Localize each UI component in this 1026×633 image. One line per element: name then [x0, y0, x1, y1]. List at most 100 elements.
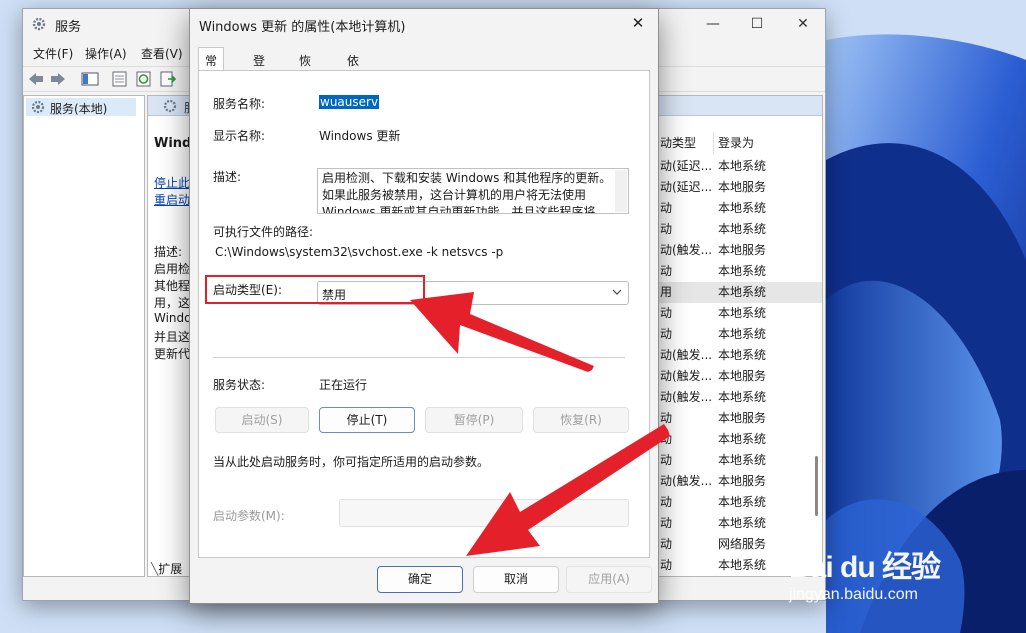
exe-path-label: 可执行文件的路径: — [213, 225, 314, 239]
logon-as-cell: 本地系统 — [718, 159, 767, 173]
table-row[interactable]: 动 本地服务 — [656, 408, 822, 429]
close-button[interactable]: ✕ — [791, 14, 815, 34]
tab-dependencies[interactable]: 依存关系 — [340, 49, 366, 134]
watermark-url: jingyan.baidu.com — [789, 586, 918, 603]
service-name-value[interactable]: wuauserv — [319, 95, 380, 109]
tab-recovery[interactable]: 恢复 — [292, 49, 318, 90]
dialog-title: Windows 更新 的属性(本地计算机) — [199, 20, 406, 35]
logon-as-cell: 本地系统 — [718, 453, 767, 467]
table-row[interactable]: 动 本地系统 — [656, 450, 822, 471]
menu-action[interactable]: 操作(A) — [85, 45, 127, 62]
refresh-icon[interactable] — [135, 71, 153, 87]
table-row[interactable]: 动 本地系统 — [656, 198, 822, 219]
desc-line: 并且这 — [154, 330, 191, 344]
description-label: 描述: — [213, 170, 242, 184]
apply-button[interactable]: 应用(A) — [566, 566, 652, 593]
startup-type-cell: 动 — [660, 558, 673, 572]
logon-as-cell: 本地系统 — [718, 306, 767, 320]
startup-type-cell: 动(触发... — [660, 474, 713, 488]
table-row[interactable]: 动(触发... 本地系统 — [656, 387, 822, 408]
table-row[interactable]: 动(延迟... 本地系统 — [656, 156, 822, 177]
resume-button[interactable]: 恢复(R) — [533, 407, 629, 433]
description-textbox[interactable]: 启用检测、下载和安装 Windows 和其他程序的更新。如果此服务被禁用，这台计… — [317, 168, 629, 214]
logon-as-cell: 本地服务 — [718, 411, 767, 425]
logon-as-cell: 本地系统 — [718, 495, 767, 509]
exe-path-value[interactable]: C:\Windows\system32\svchost.exe -k netsv… — [215, 245, 503, 259]
services-gear-icon — [31, 16, 47, 35]
desc-line: 用，这 — [154, 296, 191, 310]
table-row[interactable]: 动 本地系统 — [656, 513, 822, 534]
desc-line: 启用检 — [154, 262, 191, 276]
console-tree-icon[interactable] — [81, 71, 99, 87]
logon-as-cell: 本地系统 — [718, 222, 767, 236]
tab-extended[interactable]: ╲扩展 — [151, 560, 182, 577]
stop-button[interactable]: 停止(T) — [319, 407, 415, 433]
maximize-button[interactable]: ☐ — [745, 14, 769, 34]
pause-button[interactable]: 暂停(P) — [425, 407, 523, 433]
logon-as-cell: 本地系统 — [718, 390, 767, 404]
tab-general[interactable]: 常规 — [198, 47, 225, 94]
table-row[interactable]: 动 本地系统 — [656, 429, 822, 450]
minimize-button[interactable]: — — [701, 14, 725, 34]
menu-file[interactable]: 文件(F) — [33, 45, 73, 62]
header-gear-icon — [162, 98, 178, 117]
service-status-value: 正在运行 — [319, 378, 368, 392]
dialog-close-button[interactable]: ✕ — [626, 12, 650, 34]
stop-service-link[interactable]: 停止此 — [154, 174, 190, 191]
description-scrollbar[interactable] — [615, 170, 627, 212]
description-text: 启用检测、下载和安装 Windows 和其他程序的更新。如果此服务被禁用，这台计… — [322, 171, 612, 214]
startup-type-cell: 动 — [660, 201, 673, 215]
logon-as-cell: 本地系统 — [718, 201, 767, 215]
table-row[interactable]: 动 本地系统 — [656, 219, 822, 240]
table-row[interactable]: 动 本地系统 — [656, 303, 822, 324]
tree-item-services-local[interactable]: 服务(本地) — [26, 98, 136, 116]
table-row[interactable]: 动 本地系统 — [656, 324, 822, 345]
services-list-scrollbar[interactable] — [815, 456, 818, 516]
start-params-hint: 当从此处启动服务时，你可指定所适用的启动参数。 — [213, 455, 490, 469]
logon-as-cell: 本地服务 — [718, 474, 767, 488]
start-button[interactable]: 启动(S) — [215, 407, 309, 433]
desc-line: 更新代 — [154, 347, 191, 361]
table-row[interactable]: 动(延迟... 本地服务 — [656, 177, 822, 198]
startup-type-cell: 动(触发... — [660, 243, 713, 257]
logon-as-cell: 本地服务 — [718, 180, 767, 194]
startup-type-cell: 动 — [660, 453, 673, 467]
startup-type-cell: 动 — [660, 411, 673, 425]
restart-service-link[interactable]: 重启动 — [154, 191, 190, 208]
tab-logon[interactable]: 登录 — [246, 49, 272, 90]
startup-type-cell: 动 — [660, 537, 673, 551]
logon-as-cell: 网络服务 — [718, 537, 767, 551]
tree-item-label: 服务(本地) — [50, 102, 108, 116]
start-params-input[interactable] — [339, 499, 629, 527]
service-name-label: 服务名称: — [213, 97, 266, 111]
properties-sheet-icon[interactable] — [111, 71, 129, 87]
startup-type-cell: 动(延迟... — [660, 159, 713, 173]
table-row[interactable]: 动(触发... 本地服务 — [656, 366, 822, 387]
annotation-highlight-box — [205, 275, 425, 304]
baidu-logo: Bai du 经验 — [789, 551, 941, 584]
logon-as-cell: 本地系统 — [718, 432, 767, 446]
table-row[interactable]: 动(触发... 本地服务 — [656, 240, 822, 261]
forward-arrow-icon[interactable] — [49, 71, 67, 87]
back-arrow-icon[interactable] — [27, 71, 45, 87]
start-params-label: 启动参数(M): — [213, 509, 285, 523]
table-row[interactable]: 动 本地系统 — [656, 261, 822, 282]
export-list-icon[interactable] — [159, 71, 177, 87]
table-row[interactable]: 动(触发... 本地系统 — [656, 345, 822, 366]
ok-button[interactable]: 确定 — [377, 566, 463, 593]
column-header-startup-type[interactable]: 动类型 — [656, 132, 714, 154]
menu-view[interactable]: 查看(V) — [141, 45, 183, 62]
desc-line: 其他程 — [154, 279, 191, 293]
startup-type-cell: 动 — [660, 306, 673, 320]
cancel-button[interactable]: 取消 — [473, 566, 559, 593]
column-header-logon-as[interactable]: 登录为 — [714, 132, 822, 154]
logon-as-cell: 本地系统 — [718, 327, 767, 341]
display-name-value[interactable]: Windows 更新 — [319, 127, 400, 144]
table-row[interactable]: 动(触发... 本地服务 — [656, 471, 822, 492]
logon-as-cell: 本地系统 — [718, 558, 767, 572]
startup-type-cell: 动 — [660, 495, 673, 509]
table-row[interactable]: 动 本地系统 — [656, 492, 822, 513]
divider — [213, 357, 625, 358]
table-row[interactable]: 用 本地系统 — [656, 282, 822, 303]
logon-as-cell: 本地系统 — [718, 516, 767, 530]
